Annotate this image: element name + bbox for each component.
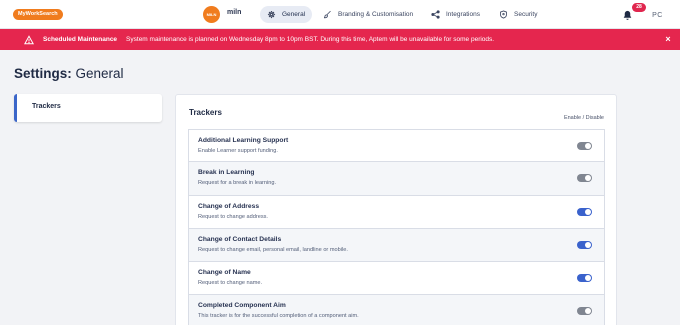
tab-general-label: General [282, 11, 306, 18]
tab-security-label: Security [514, 11, 538, 18]
tracker-description: Enable Learner support funding. [198, 148, 278, 154]
tracker-description: This tracker is for the successful compl… [198, 313, 359, 320]
tracker-description: Request to change address. [198, 213, 268, 220]
banner-title: Scheduled Maintenance [43, 36, 118, 43]
tab-general[interactable]: General [260, 6, 313, 23]
tracker-description: Request to change email, personal email,… [198, 246, 348, 253]
tracker-list: Additional Learning Support Enable Learn… [188, 129, 605, 325]
list-item: Change of Contact Details Request to cha… [188, 228, 605, 263]
banner-message: System maintenance is planned on Wednesd… [126, 36, 495, 43]
tracker-toggle[interactable] [577, 142, 592, 150]
org-logo: MILN [203, 6, 220, 23]
warning-icon [24, 34, 34, 44]
tracker-title: Change of Name [198, 269, 251, 277]
tracker-description: Request to change name. [198, 280, 263, 287]
bell-icon [623, 10, 632, 20]
brand-logo[interactable]: MyWorkSearch [13, 9, 63, 20]
sidebar-item-label: Trackers [32, 103, 61, 110]
page-title-prefix: Settings: [14, 66, 72, 81]
list-item: Change of Address Request to change addr… [188, 195, 605, 229]
tracker-toggle[interactable] [577, 307, 592, 316]
panel-title: Trackers [189, 108, 222, 117]
page-title-section: General [71, 66, 124, 81]
tracker-description: Request for a break in learning. [198, 180, 277, 187]
tracker-toggle[interactable] [577, 174, 592, 183]
tab-branding[interactable]: Branding & Customisation [316, 6, 420, 23]
list-item: Additional Learning Support Enable Learn… [188, 129, 605, 163]
integrations-icon [431, 10, 440, 19]
page-title: Settings: General [14, 66, 124, 81]
tracker-title: Additional Learning Support [198, 137, 289, 144]
gear-icon [267, 10, 276, 19]
tab-security[interactable]: Security [492, 6, 544, 23]
tracker-toggle[interactable] [577, 240, 592, 249]
tracker-title: Completed Component Aim [198, 302, 286, 310]
sidebar-item-trackers[interactable]: Trackers [14, 94, 162, 122]
tracker-title: Change of Address [198, 202, 260, 210]
list-item: Break in Learning Request for a break in… [188, 162, 605, 196]
enable-disable-hint: Enable / Disable [563, 115, 604, 121]
top-bar: MyWorkSearch MILN miln General Branding … [0, 0, 680, 29]
tab-integrations[interactable]: Integrations [424, 6, 487, 23]
maintenance-banner: Scheduled Maintenance System maintenance… [0, 29, 680, 50]
trackers-panel: Trackers Enable / Disable Additional Lea… [175, 94, 617, 325]
org-name: miln [227, 9, 242, 16]
tab-integrations-label: Integrations [446, 11, 480, 18]
notification-count-badge: 28 [632, 3, 646, 12]
shield-icon [500, 10, 507, 19]
tab-branding-label: Branding & Customisation [338, 11, 414, 18]
tracker-title: Break in Learning [198, 169, 255, 177]
list-item: Completed Component Aim This tracker is … [188, 295, 605, 325]
close-icon[interactable]: × [663, 34, 673, 44]
tracker-toggle[interactable] [577, 274, 592, 283]
tracker-title: Change of Contact Details [198, 235, 282, 243]
list-item: Change of Name Request to change name. [188, 262, 605, 296]
brush-icon [323, 10, 331, 19]
avatar[interactable]: PC [648, 6, 667, 25]
tracker-toggle[interactable] [577, 207, 592, 216]
